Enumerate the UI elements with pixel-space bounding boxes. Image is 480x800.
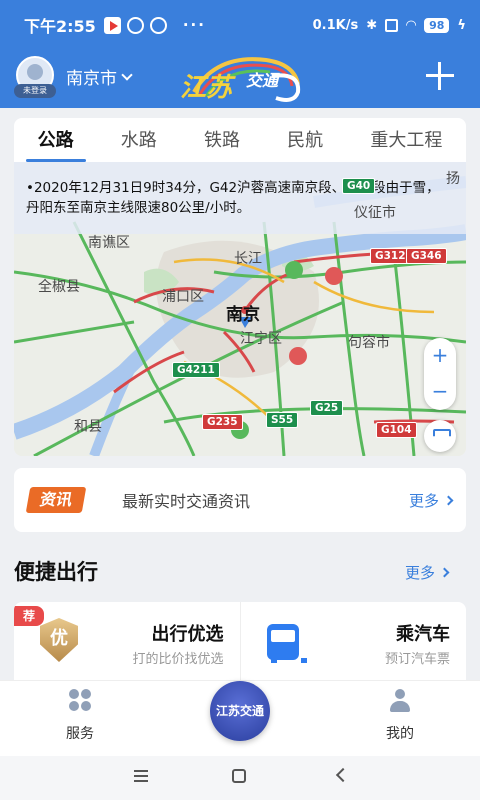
city-label: 南京市: [66, 69, 117, 89]
card-travel-choice[interactable]: 荐 优 出行优选 打的比价找优选: [14, 602, 240, 688]
bottom-nav: 服务 江苏交通 我的: [0, 680, 480, 756]
traffic-map[interactable]: •2020年12月31日9时34分，G42沪蓉高速南京段、镇江段由于雪，丹阳东至…: [14, 162, 466, 456]
road-shield-s55: S55: [266, 412, 299, 428]
map-label-nanjing: 南京: [226, 305, 260, 325]
grid-icon: [69, 689, 91, 711]
svg-text:交通: 交通: [246, 71, 281, 90]
chevron-down-icon: [121, 68, 133, 81]
map-label-nanqiao: 南谯区: [88, 235, 130, 251]
status-bar: 下午2:55 ··· 0.1K/s ✱ ◠ 98 ϟ: [0, 0, 480, 50]
map-label-pukou: 浦口区: [162, 289, 204, 305]
top-bar: 下午2:55 ··· 0.1K/s ✱ ◠ 98 ϟ 未登录 南京市 江苏 交通: [0, 0, 480, 108]
news-bar[interactable]: 资讯 最新实时交通资讯 更多: [14, 468, 466, 532]
card-title: 乘汽车: [396, 624, 450, 645]
wifi-icon: ◠: [406, 17, 417, 33]
app-header: 未登录 南京市 江苏 交通: [0, 50, 480, 108]
map-label-quanjiao: 全椒县: [38, 279, 80, 295]
zoom-control: + −: [424, 338, 456, 410]
battery-icon: 98: [424, 17, 450, 33]
quick-travel-more-label: 更多: [404, 564, 435, 582]
zoom-in-button[interactable]: +: [424, 338, 456, 374]
nav-service-label: 服务: [66, 726, 94, 742]
news-more-link[interactable]: 更多: [408, 490, 454, 511]
card-subtitle: 打的比价找优选: [132, 652, 224, 667]
map-label-changjiang: 长江: [234, 251, 262, 267]
charging-icon: ϟ: [457, 17, 466, 33]
status-notification-icons: [103, 16, 167, 34]
news-badge: 资讯: [25, 487, 87, 513]
status-right: 0.1K/s ✱ ◠ 98 ϟ: [312, 17, 466, 33]
app-notification-icon-2: [149, 16, 167, 34]
section-title: 便捷出行: [14, 560, 98, 584]
home-icon[interactable]: [232, 769, 246, 783]
system-nav-bar: [0, 756, 480, 800]
road-shield-g104: G104: [376, 422, 417, 438]
back-icon[interactable]: [335, 767, 351, 783]
card-bus[interactable]: 乘汽车 预订汽车票: [239, 602, 467, 688]
nav-mine-label: 我的: [386, 726, 414, 742]
road-shield-g346: G346: [406, 248, 447, 264]
card-title: 出行优选: [151, 624, 224, 645]
tab-major-projects[interactable]: 重大工程: [366, 120, 446, 158]
tab-waterway[interactable]: 水路: [117, 120, 161, 158]
jiangsu-transport-logo: 江苏 交通: [180, 57, 301, 103]
nav-service[interactable]: 服务: [40, 689, 120, 743]
tab-highway[interactable]: 公路: [25, 120, 86, 162]
map-label-yang: 扬: [446, 171, 460, 187]
login-status-badge[interactable]: 未登录: [14, 84, 56, 98]
recommend-badge: 荐: [14, 606, 44, 626]
svg-text:江苏: 江苏: [180, 73, 236, 103]
road-shield-g4211: G4211: [172, 362, 220, 378]
net-speed: 0.1K/s: [312, 17, 359, 33]
news-more-label: 更多: [408, 491, 439, 510]
road-shield-g40: G40: [342, 178, 376, 194]
chevron-right-icon: [443, 495, 454, 505]
add-icon[interactable]: [424, 60, 456, 92]
nav-mine[interactable]: 我的: [360, 689, 440, 743]
app-notification-icon: [126, 16, 144, 34]
user-icon: [389, 689, 411, 713]
tab-railway[interactable]: 铁路: [200, 120, 244, 158]
bluetooth-icon: ✱: [366, 17, 378, 33]
card-subtitle: 预订汽车票: [384, 652, 450, 667]
road-shield-g312: G312: [370, 248, 411, 264]
traffic-card: 公路 水路 铁路 民航 重大工程 •2020年12月31日9时34分，G42沪蓉…: [14, 118, 466, 456]
zoom-out-button[interactable]: −: [424, 374, 456, 410]
map-label-hexian: 和县: [74, 419, 102, 435]
city-selector[interactable]: 南京市: [66, 64, 133, 89]
map-label-yizheng: 仪征市: [354, 205, 396, 221]
traffic-notice[interactable]: •2020年12月31日9时34分，G42沪蓉高速南京段、镇江段由于雪，丹阳东至…: [14, 162, 466, 234]
road-shield-g235: G235: [202, 414, 243, 430]
news-headline[interactable]: 最新实时交通资讯: [122, 488, 250, 512]
fullscreen-icon[interactable]: [424, 420, 456, 452]
bus-icon: [266, 624, 307, 663]
badge-shield-icon: 优: [40, 618, 78, 662]
menu-icon[interactable]: [134, 770, 148, 782]
video-app-icon: [103, 16, 121, 34]
tab-aviation[interactable]: 民航: [283, 120, 327, 158]
more-notifications-icon: ···: [182, 16, 206, 34]
map-label-jurong: 句容市: [348, 335, 390, 351]
road-shield-g25: G25: [310, 400, 344, 416]
quick-travel-cards: 荐 优 出行优选 打的比价找优选 乘汽车 预订汽车票: [14, 602, 466, 688]
status-time: 下午2:55: [24, 17, 96, 36]
nav-home-center[interactable]: 江苏交通: [210, 681, 270, 741]
sim-icon: [385, 18, 399, 32]
transport-tabs: 公路 水路 铁路 民航 重大工程: [14, 118, 466, 162]
map-label-jiangning: 江宁区: [240, 331, 282, 347]
quick-travel-more-link[interactable]: 更多: [404, 562, 450, 583]
chevron-right-icon: [439, 567, 450, 578]
